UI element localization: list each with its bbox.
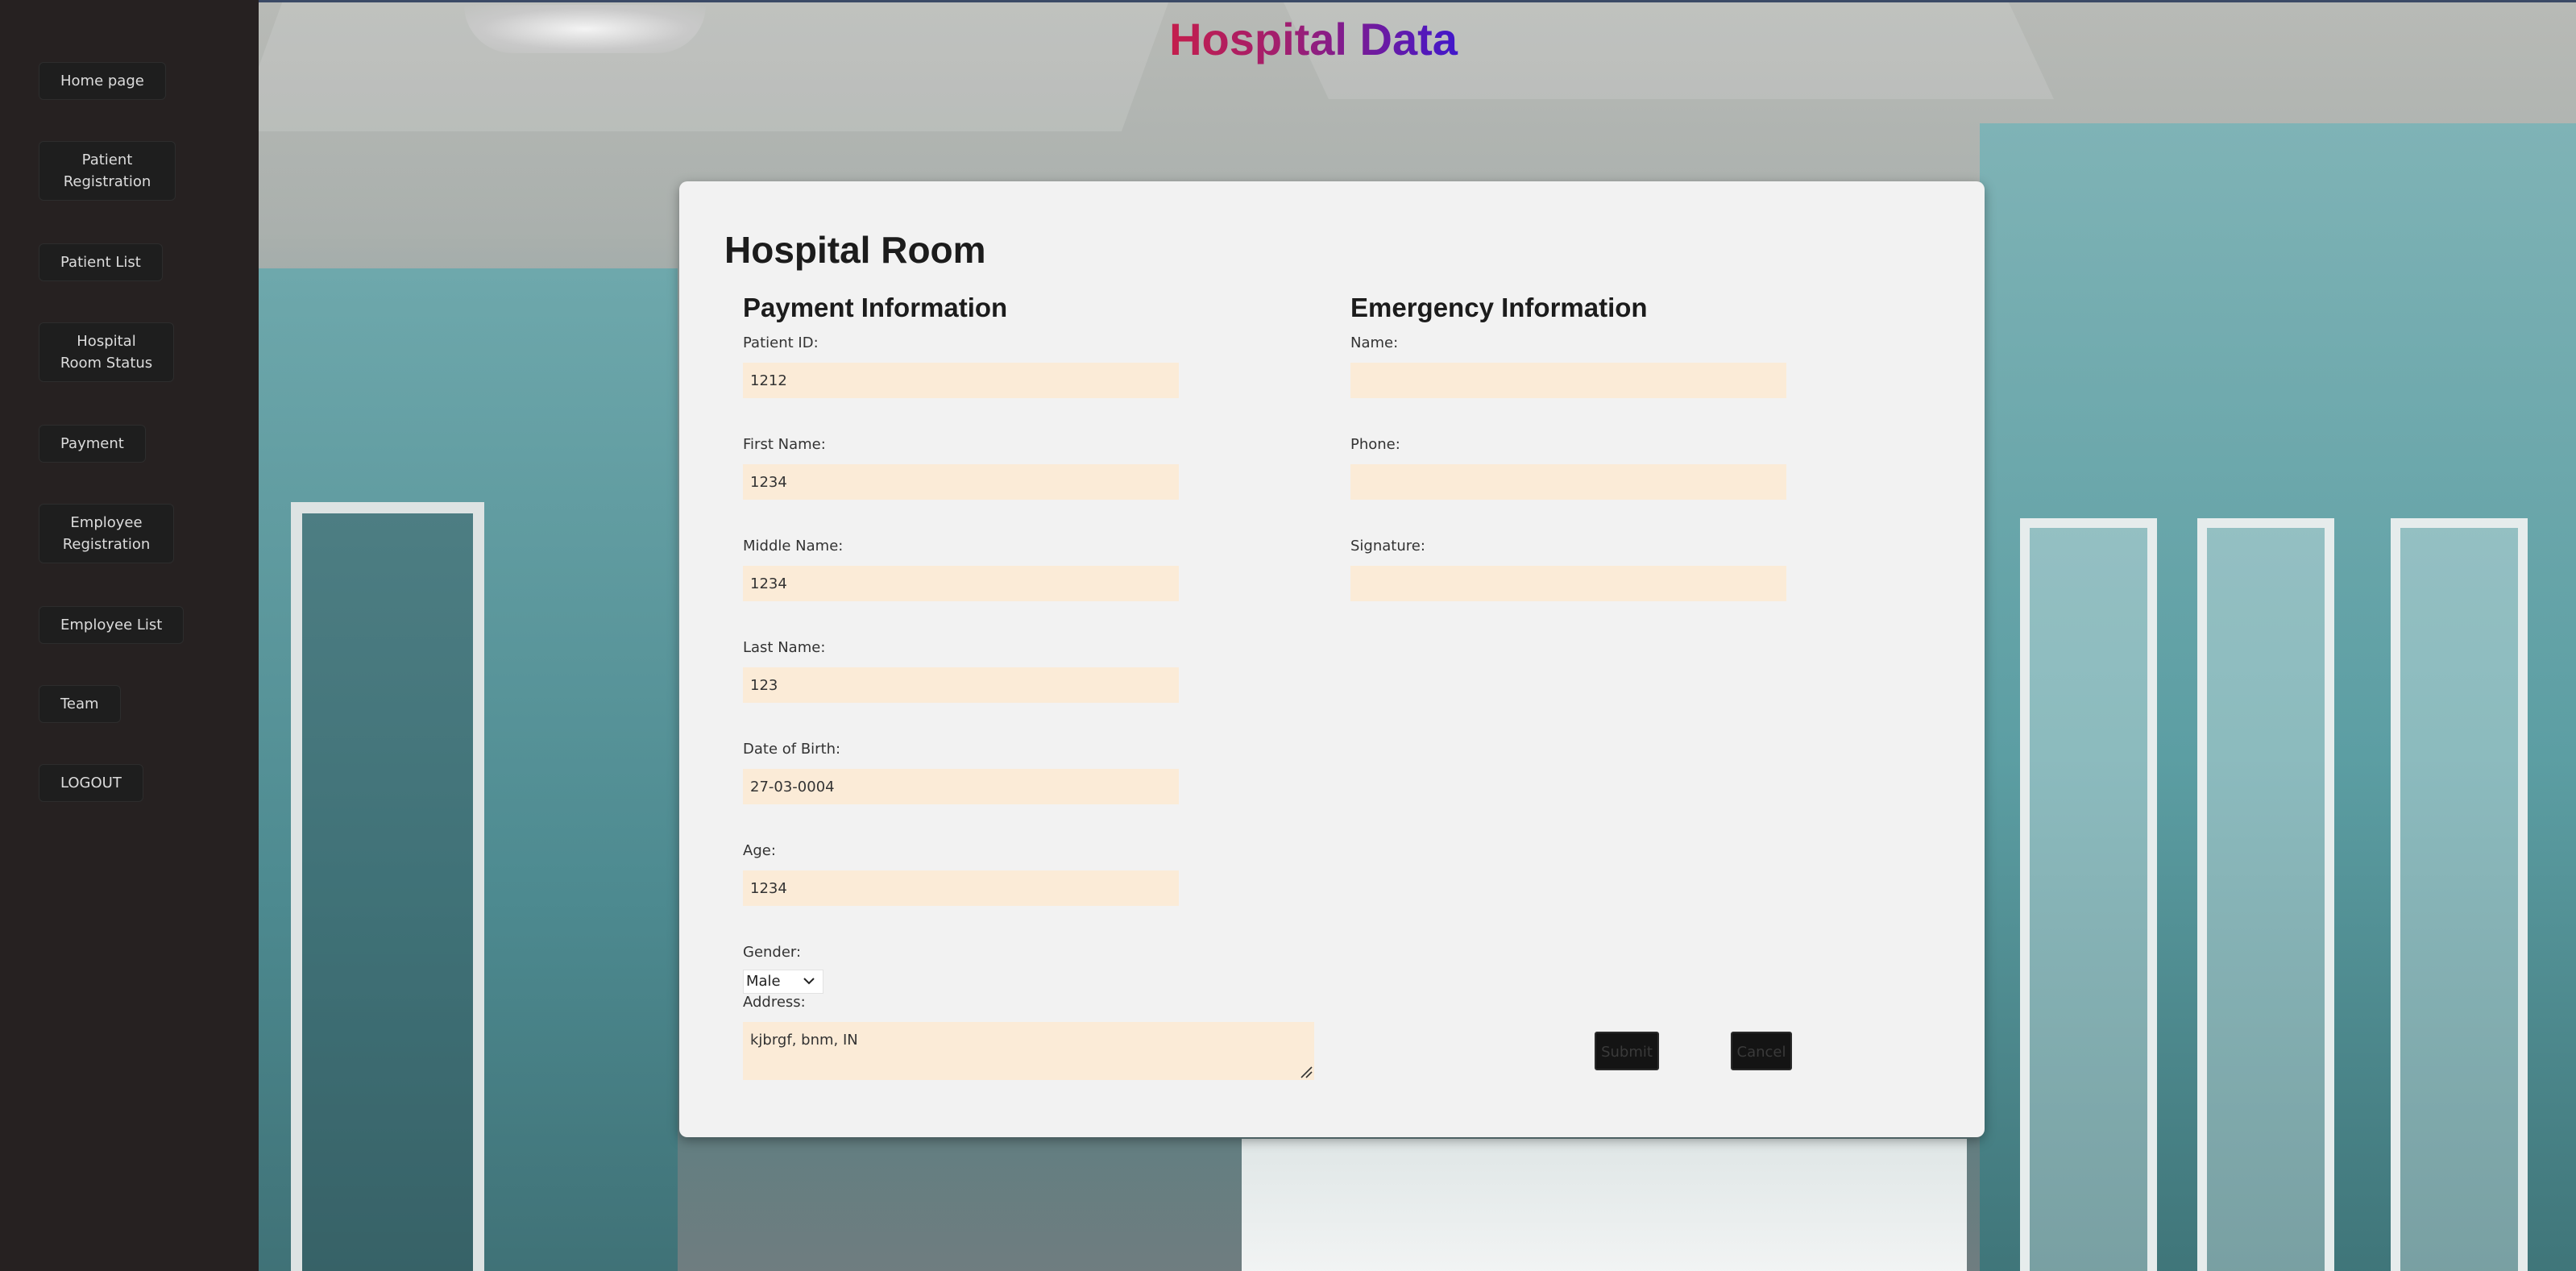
sidebar-item-label: Patient Registration: [63, 152, 151, 190]
ceiling-panel: [259, 2, 1169, 131]
patient-id-input[interactable]: [743, 363, 1179, 398]
emergency-signature-label: Signature:: [1350, 538, 1425, 555]
payment-section-heading: Payment Information: [743, 293, 1008, 322]
emergency-name-label: Name:: [1350, 334, 1399, 351]
sidebar-item-label: Hospital Room Status: [60, 333, 153, 372]
sidebar-item-label: Team: [60, 696, 99, 712]
age-label: Age:: [743, 842, 776, 859]
gender-selected-value: Male: [746, 973, 781, 990]
sidebar-item-label: Patient List: [60, 254, 141, 271]
sidebar-item-employee-list[interactable]: Employee List: [39, 606, 185, 644]
right-doorway: [2197, 518, 2334, 1271]
emergency-section-heading: Emergency Information: [1350, 293, 1648, 322]
chevron-down-icon: [803, 978, 815, 985]
sidebar-item-team[interactable]: Team: [39, 685, 121, 723]
ceiling-light: [464, 5, 706, 53]
middle-name-label: Middle Name:: [743, 538, 844, 555]
form-title: Hospital Room: [724, 229, 986, 271]
left-doorway: [291, 502, 484, 1271]
first-name-input[interactable]: [743, 464, 1179, 500]
sidebar-item-label: Payment: [60, 435, 124, 452]
emergency-name-input[interactable]: [1350, 363, 1786, 398]
sidebar-item-label: Employee List: [60, 617, 163, 633]
sidebar: Home page Patient Registration Patient L…: [0, 0, 259, 1271]
first-name-label: First Name:: [743, 436, 826, 453]
right-doorway: [2391, 518, 2528, 1271]
patient-id-label: Patient ID:: [743, 334, 819, 351]
address-label: Address:: [743, 994, 806, 1011]
sidebar-item-label: LOGOUT: [60, 775, 122, 791]
sidebar-item-hospital-room-status[interactable]: Hospital Room Status: [39, 322, 174, 382]
hospital-room-form: Hospital Room Payment Information Emerge…: [679, 181, 1985, 1137]
cancel-button[interactable]: Cancel: [1731, 1032, 1792, 1070]
sidebar-item-patient-list[interactable]: Patient List: [39, 243, 163, 281]
sidebar-item-employee-registration[interactable]: Employee Registration: [39, 504, 174, 563]
sidebar-item-home-page[interactable]: Home page: [39, 62, 166, 100]
corridor-window: [1242, 1139, 1967, 1271]
sidebar-item-label: Employee Registration: [62, 514, 151, 553]
emergency-phone-label: Phone:: [1350, 436, 1400, 453]
submit-button[interactable]: Submit: [1595, 1032, 1659, 1070]
resize-grip-icon[interactable]: [1300, 1065, 1313, 1078]
middle-name-input[interactable]: [743, 566, 1179, 601]
sidebar-item-label: Home page: [60, 73, 144, 89]
age-input[interactable]: [743, 870, 1179, 906]
emergency-phone-input[interactable]: [1350, 464, 1786, 500]
address-value: kjbrgf, bnm, IN: [750, 1032, 858, 1049]
sidebar-item-payment[interactable]: Payment: [39, 425, 146, 463]
app-title: Hospital Data Management: [1039, 11, 1587, 121]
emergency-signature-input[interactable]: [1350, 566, 1786, 601]
sidebar-item-logout[interactable]: LOGOUT: [39, 764, 143, 802]
gender-select[interactable]: Male: [743, 970, 823, 994]
date-of-birth-input[interactable]: [743, 769, 1179, 804]
address-textarea[interactable]: kjbrgf, bnm, IN: [743, 1022, 1314, 1080]
last-name-label: Last Name:: [743, 639, 826, 656]
date-of-birth-label: Date of Birth:: [743, 741, 841, 758]
sidebar-item-patient-registration[interactable]: Patient Registration: [39, 141, 176, 201]
right-doorway: [2020, 518, 2157, 1271]
last-name-input[interactable]: [743, 667, 1179, 703]
gender-label: Gender:: [743, 944, 802, 961]
